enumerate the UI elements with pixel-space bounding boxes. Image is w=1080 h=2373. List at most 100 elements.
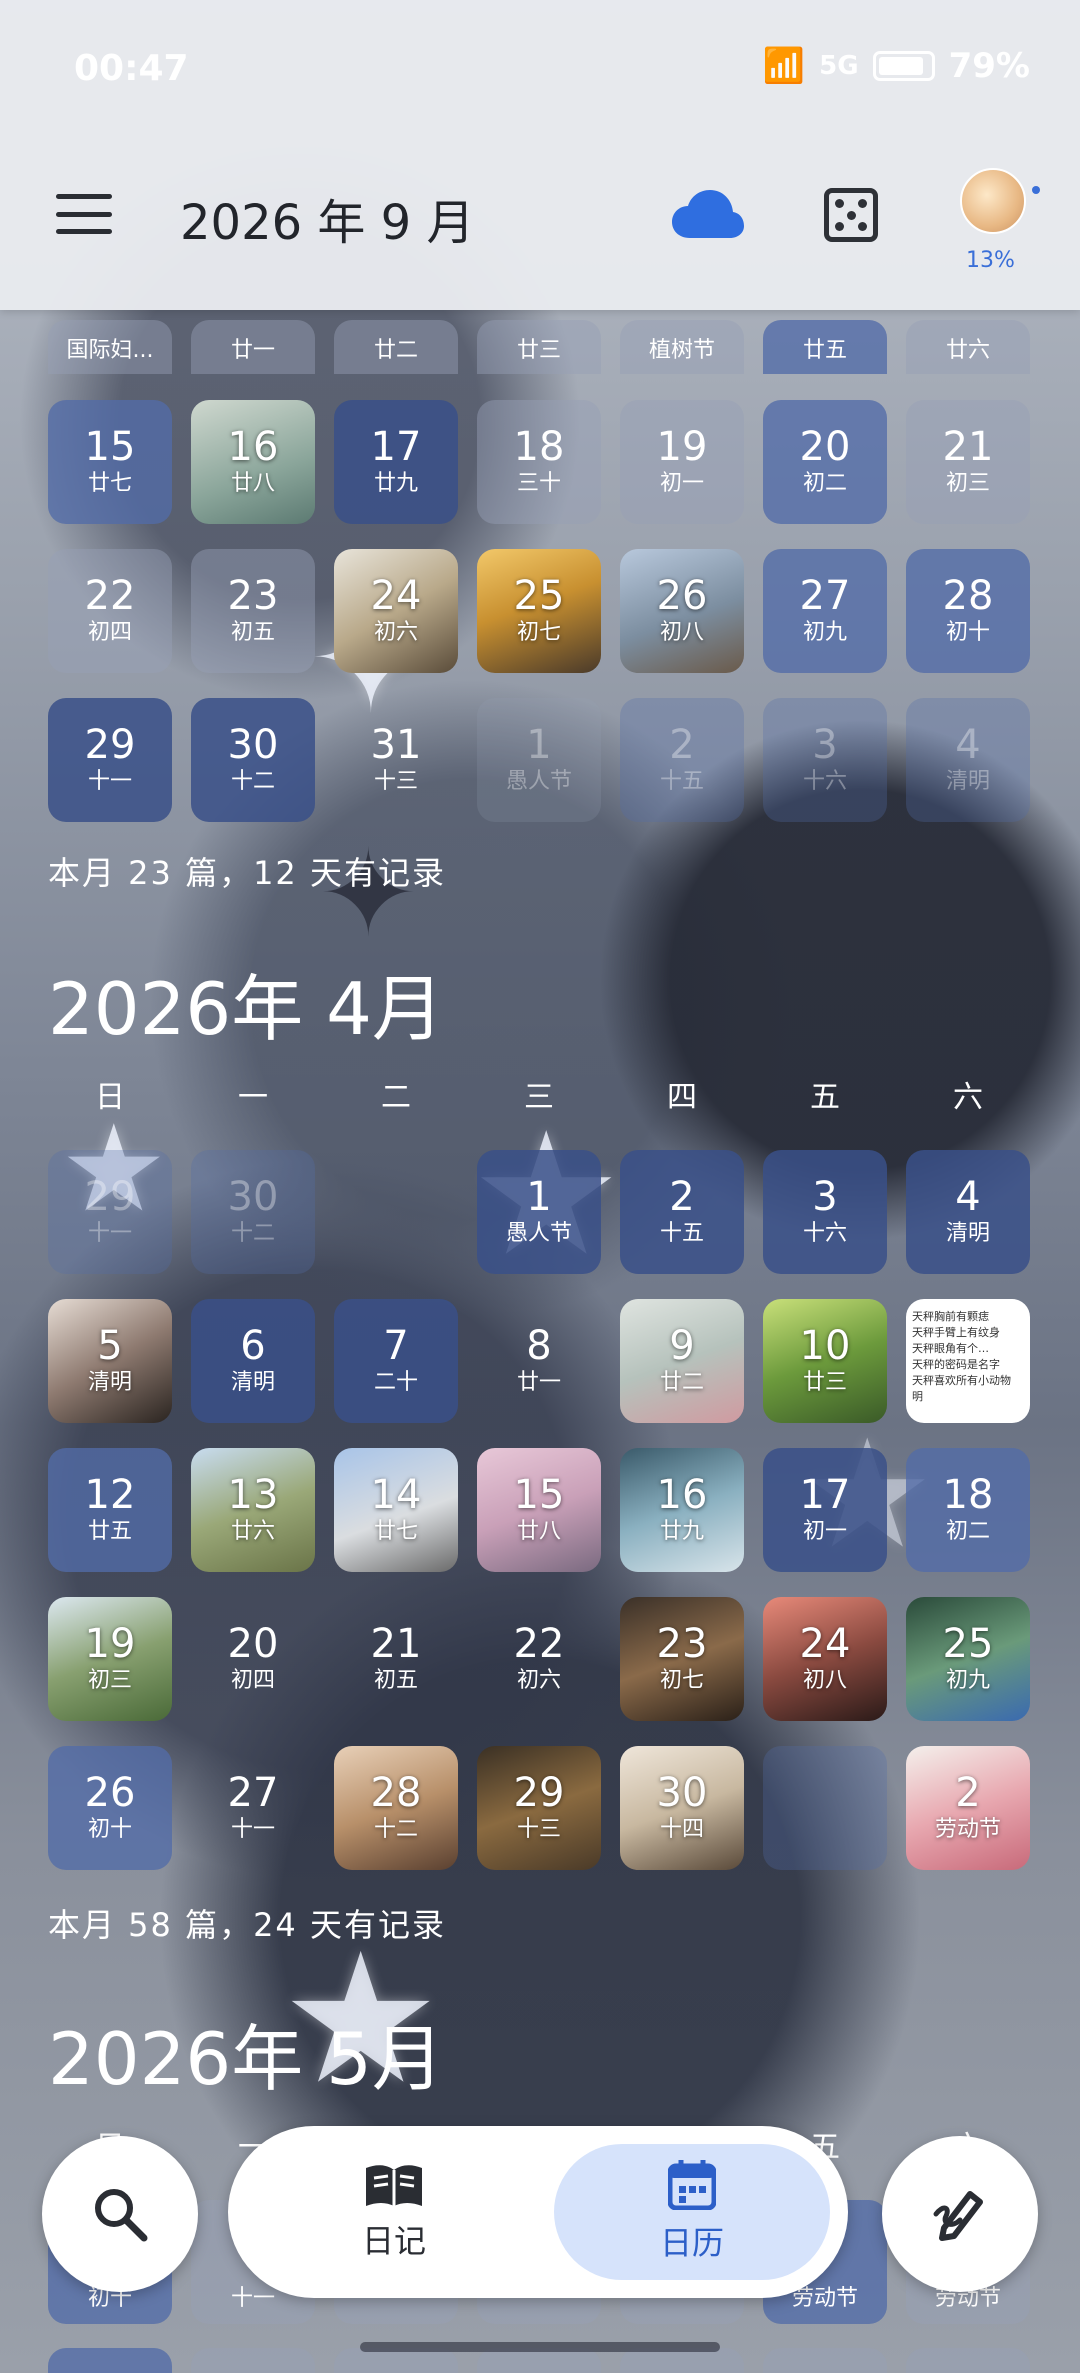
calendar-day-cell[interactable]: 29 十一: [48, 698, 172, 822]
lunar-label: 十六: [802, 769, 847, 794]
calendar-day-cell[interactable]: 16 廿九: [620, 1448, 744, 1572]
calendar-day-cell[interactable]: [191, 2348, 315, 2373]
calendar-day-cell[interactable]: 18 初二: [906, 1448, 1030, 1572]
calendar-day-cell[interactable]: 19 初一: [620, 400, 744, 524]
calendar-day-cell[interactable]: 17 廿九: [334, 400, 458, 524]
calendar-day-cell[interactable]: 17 初一: [763, 1448, 887, 1572]
lunar-label: 廿七: [87, 471, 132, 496]
day-number: 1: [526, 1174, 552, 1220]
calendar-day-cell[interactable]: 4 清明: [906, 1150, 1030, 1274]
calendar-day-cell[interactable]: 31 十三: [334, 698, 458, 822]
lunar-label: 清明: [945, 1221, 990, 1246]
calendar-day-cell[interactable]: 26 初八: [620, 549, 744, 673]
day-number: 29: [84, 722, 136, 768]
calendar-day-cell[interactable]: 廿三: [477, 320, 601, 374]
calendar-day-cell[interactable]: 21 初五: [334, 1597, 458, 1721]
calendar-day-cell[interactable]: 30 十四: [620, 1746, 744, 1870]
calendar-day-cell[interactable]: 19 初三: [48, 1597, 172, 1721]
weekday-label: 日: [95, 1080, 125, 1115]
calendar-day-cell[interactable]: 23 初五: [191, 549, 315, 673]
calendar-day-cell[interactable]: 天秤胸前有颗痣 天秤手臂上有纹身 天秤眼角有个… 天秤的密码是名字 天秤喜欢所有小动物明: [906, 1299, 1030, 1423]
lunar-label: 廿五: [87, 1519, 132, 1544]
calendar-day-cell[interactable]: 4 清明: [906, 698, 1030, 822]
bottom-tab-bar: 日记 日历: [228, 2126, 848, 2298]
calendar-day-cell[interactable]: 29 十三: [477, 1746, 601, 1870]
calendar-day-cell[interactable]: 15 廿七: [48, 400, 172, 524]
day-number: 13: [227, 1472, 279, 1518]
calendar-day-cell[interactable]: 9 廿二: [620, 1299, 744, 1423]
calendar-day-cell[interactable]: 22 初六: [477, 1597, 601, 1721]
calendar-day-cell[interactable]: 5 清明: [48, 1299, 172, 1423]
calendar-day-cell[interactable]: 14 廿七: [334, 1448, 458, 1572]
calendar-day-cell[interactable]: 廿一: [191, 320, 315, 374]
page-title[interactable]: 2026 年 9 月: [180, 183, 474, 253]
calendar-day-cell[interactable]: 廿二: [334, 320, 458, 374]
calendar-day-cell[interactable]: 30 十二: [191, 698, 315, 822]
note-preview-line: 明: [912, 1390, 923, 1403]
lunar-label: 植树节: [648, 338, 715, 363]
tab-diary[interactable]: 日记: [256, 2144, 532, 2280]
calendar-day-cell[interactable]: [48, 2348, 172, 2373]
calendar-day-cell[interactable]: 27 十一: [191, 1746, 315, 1870]
calendar-day-cell[interactable]: 7 二十: [334, 1299, 458, 1423]
calendar-day-cell[interactable]: 1 愚人节: [477, 698, 601, 822]
calendar-day-cell[interactable]: 2 十五: [620, 698, 744, 822]
menu-icon[interactable]: [56, 194, 112, 234]
calendar-day-cell[interactable]: 6 清明: [191, 1299, 315, 1423]
calendar-day-cell[interactable]: 2 十五: [620, 1150, 744, 1274]
lunar-label: 十四: [659, 1817, 704, 1842]
calendar-day-cell[interactable]: 廿五: [763, 320, 887, 374]
calendar-day-cell[interactable]: 植树节: [620, 320, 744, 374]
calendar-day-cell[interactable]: 廿六: [906, 320, 1030, 374]
day-number: 3: [812, 1174, 838, 1220]
cloud-icon[interactable]: [672, 188, 744, 242]
calendar-day-cell[interactable]: 3 十六: [763, 698, 887, 822]
day-number: 29: [84, 1174, 136, 1220]
calendar-day-cell[interactable]: 10 廿三: [763, 1299, 887, 1423]
lunar-label: 初八: [802, 1668, 847, 1693]
calendar-day-cell[interactable]: 13 廿六: [191, 1448, 315, 1572]
calendar-day-cell[interactable]: 12 廿五: [48, 1448, 172, 1572]
calendar-day-cell[interactable]: [763, 2348, 887, 2373]
lunar-label: 愚人节: [505, 1221, 572, 1246]
calendar-day-cell[interactable]: 22 初四: [48, 549, 172, 673]
day-number: 4: [955, 722, 981, 768]
calendar-day-cell[interactable]: [906, 2348, 1030, 2373]
calendar-day-cell[interactable]: 3 十六: [763, 1150, 887, 1274]
calendar-day-cell[interactable]: 23 初七: [620, 1597, 744, 1721]
avatar[interactable]: [960, 168, 1026, 234]
calendar-day-cell[interactable]: 1 愚人节: [477, 1150, 601, 1274]
calendar-day-cell[interactable]: 27 初九: [763, 549, 887, 673]
calendar-day-cell[interactable]: 15 廿八: [477, 1448, 601, 1572]
calendar-day-cell[interactable]: 28 初十: [906, 549, 1030, 673]
day-number: 23: [227, 573, 279, 619]
lunar-label: 廿二: [373, 338, 418, 363]
day-number: 31: [370, 722, 422, 768]
calendar-day-cell[interactable]: 国际妇...: [48, 320, 172, 374]
calendar-day-cell[interactable]: 24 初八: [763, 1597, 887, 1721]
calendar-day-cell[interactable]: 20 初二: [763, 400, 887, 524]
day-number: 2: [669, 1174, 695, 1220]
lunar-label: 清明: [945, 769, 990, 794]
calendar-day-cell[interactable]: 29 十一: [48, 1150, 172, 1274]
calendar-day-cell[interactable]: 25 初九: [906, 1597, 1030, 1721]
calendar-day-cell[interactable]: 18 三十: [477, 400, 601, 524]
calendar-day-cell[interactable]: 25 初七: [477, 549, 601, 673]
calendar-day-cell[interactable]: 16 廿八: [191, 400, 315, 524]
day-number: 23: [656, 1621, 708, 1667]
calendar-day-cell[interactable]: 30 十二: [191, 1150, 315, 1274]
calendar-day-cell[interactable]: 20 初四: [191, 1597, 315, 1721]
calendar-day-cell[interactable]: 28 十二: [334, 1746, 458, 1870]
calendar-day-cell[interactable]: 2 劳动节: [906, 1746, 1030, 1870]
tab-calendar[interactable]: 日历: [554, 2144, 830, 2280]
calendar-day-cell[interactable]: 21 初三: [906, 400, 1030, 524]
write-button[interactable]: [882, 2136, 1038, 2292]
calendar-day-cell[interactable]: 8 廿一: [477, 1299, 601, 1423]
search-button[interactable]: [42, 2136, 198, 2292]
lunar-label: 廿三: [516, 338, 561, 363]
dice-icon[interactable]: [824, 188, 878, 242]
lunar-label: 廿八: [516, 1519, 561, 1544]
calendar-day-cell[interactable]: 24 初六: [334, 549, 458, 673]
calendar-day-cell[interactable]: [763, 1746, 887, 1870]
calendar-day-cell[interactable]: 26 初十: [48, 1746, 172, 1870]
